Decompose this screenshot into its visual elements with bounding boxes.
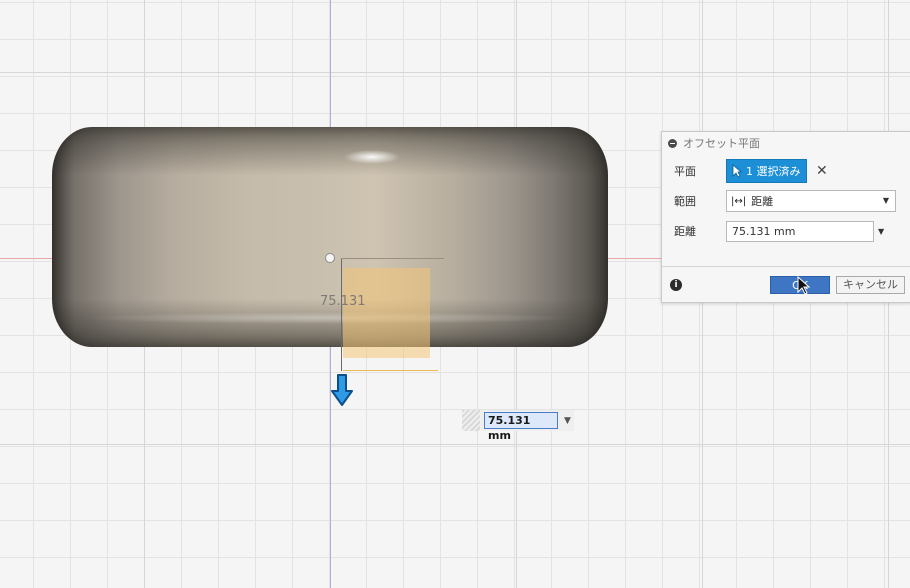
plane-edge-vertical <box>341 258 342 371</box>
inline-distance-input[interactable]: 75.131 mm <box>484 412 558 442</box>
chevron-down-icon[interactable]: ▼ <box>878 227 884 236</box>
distance-dimension-label: 75.131 <box>320 294 366 309</box>
cancel-button[interactable]: キャンセル <box>836 276 905 294</box>
cursor-arrow-icon <box>732 164 742 178</box>
minus-circle-icon[interactable] <box>668 138 677 148</box>
plane-label: 平面 <box>674 165 696 178</box>
distance-label: 距離 <box>674 225 696 238</box>
plane-selection-text: 1 選択済み <box>746 165 801 178</box>
offset-plane-preview[interactable] <box>343 268 430 358</box>
grid-major-line <box>0 444 910 445</box>
close-icon[interactable]: ✕ <box>816 163 828 179</box>
dialog-divider <box>662 266 910 267</box>
plane-edge-bottom <box>343 370 438 371</box>
distance-row: 距離 75.131 mm ▼ <box>674 219 884 243</box>
extent-select[interactable]: |↔| 距離 ▼ <box>726 190 896 212</box>
extent-label: 範囲 <box>674 195 696 208</box>
dialog-title: オフセット平面 <box>683 137 760 150</box>
arrow-down-icon[interactable] <box>329 373 355 407</box>
offset-plane-dialog: オフセット平面 平面 1 選択済み ✕ 範囲 |↔| 距離 ▼ 距離 75.13… <box>661 131 910 303</box>
plane-row: 平面 1 選択済み ✕ <box>674 159 828 183</box>
extent-value: 距離 <box>751 195 774 208</box>
info-icon[interactable]: i <box>670 279 682 291</box>
distance-input[interactable]: 75.131 mm <box>726 220 874 242</box>
chevron-down-icon[interactable]: ▼ <box>564 416 571 426</box>
plane-edge-horizontal <box>341 258 444 259</box>
distance-icon: |↔| <box>731 195 747 207</box>
origin-point <box>325 253 335 263</box>
mouse-pointer-icon <box>797 276 811 295</box>
plane-selection-button[interactable]: 1 選択済み <box>726 159 807 183</box>
chevron-down-icon: ▼ <box>882 196 889 205</box>
grid-major-line <box>0 72 910 73</box>
surface-highlight <box>80 312 580 324</box>
drag-grip-icon[interactable] <box>462 410 480 431</box>
extent-row: 範囲 |↔| 距離 ▼ <box>674 189 896 213</box>
inline-distance-box: 75.131 mm ▼ <box>462 410 574 442</box>
dialog-header: オフセット平面 <box>662 132 910 154</box>
